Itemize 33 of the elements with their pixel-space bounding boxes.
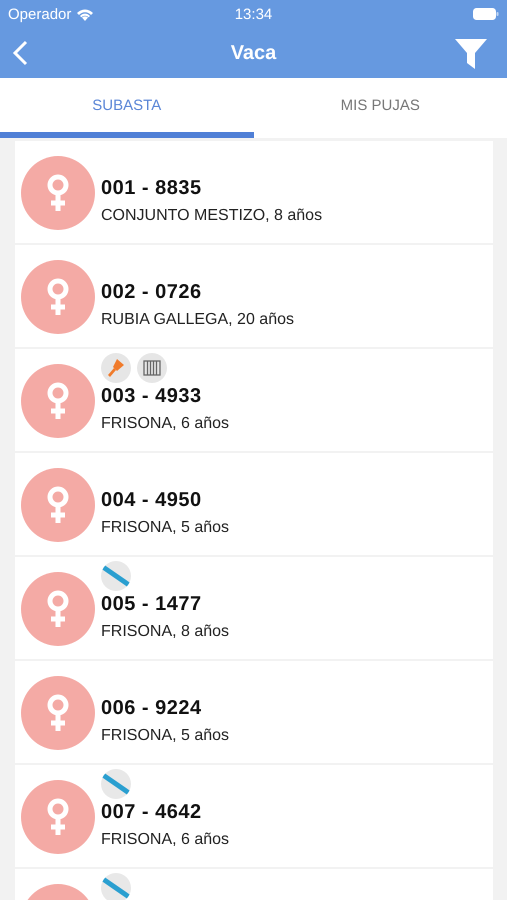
animal-breed-age: FRISONA, 6 años (101, 831, 230, 849)
animal-breed-age: RUBIA GALLEGA, 20 años (101, 311, 294, 329)
screen-title: Vaca (230, 42, 278, 64)
animal-id: 002 - 0726 (101, 281, 203, 304)
animal-id: 003 - 4933 (101, 385, 203, 408)
animal-id: 006 - 9224 (101, 697, 203, 720)
animal-card[interactable]: 002 - 0726 RUBIA GALLEGA, 20 años (15, 245, 493, 347)
tab[interactable]: MIS PUJAS (254, 78, 507, 138)
animal-breed-age: FRISONA, 5 años (101, 519, 230, 537)
animal-card[interactable]: 006 - 9224 FRISONA, 5 años (15, 661, 493, 763)
animal-id: 001 - 8835 (101, 177, 203, 200)
tab[interactable]: SUBASTA (0, 78, 254, 138)
animal-card[interactable]: 005 - 1477 FRISONA, 8 años (15, 557, 493, 659)
cleaver-icon (101, 353, 131, 383)
animal-breed-age: FRISONA, 5 años (101, 727, 230, 745)
battery-icon (473, 8, 499, 20)
animal-id: 004 - 4950 (101, 489, 203, 512)
carrier-text: Operador (8, 6, 72, 22)
flag-icon (101, 873, 131, 900)
animal-breed-age: FRISONA, 6 años (101, 415, 230, 433)
animal-breed-age: CONJUNTO MESTIZO, 8 años (101, 207, 322, 225)
animal-id: 005 - 1477 (101, 593, 203, 616)
fence-icon (137, 353, 167, 383)
animal-card[interactable]: 007 - 4642 FRISONA, 6 años (15, 765, 493, 867)
wifi-icon (76, 8, 94, 20)
animal-card[interactable]: 003 - 4933 FRISONA, 6 años (15, 349, 493, 451)
animal-breed-age: FRISONA, 8 años (101, 623, 230, 641)
animal-card[interactable]: 001 - 8835 CONJUNTO MESTIZO, 8 años (15, 141, 493, 243)
animal-card[interactable]: 004 - 4950 FRISONA, 5 años (15, 453, 493, 555)
flag-icon (101, 769, 131, 799)
animal-id: 007 - 4642 (101, 801, 203, 824)
clock-text: 13:34 (234, 6, 274, 22)
flag-icon (101, 561, 131, 591)
